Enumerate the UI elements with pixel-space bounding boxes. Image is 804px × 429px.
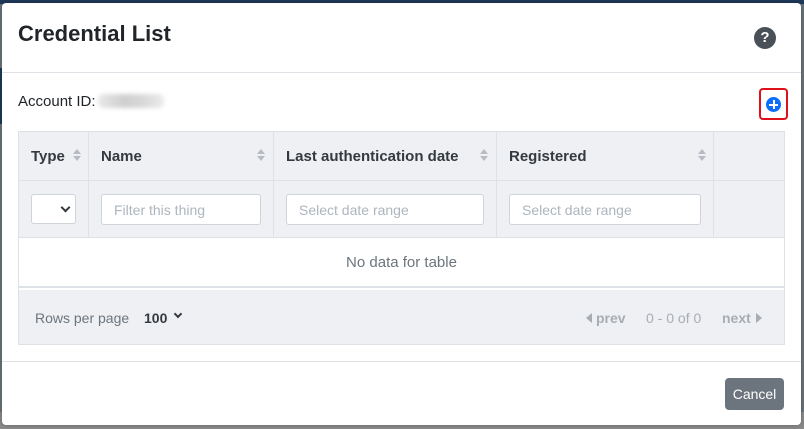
next-page-button[interactable]: next	[722, 310, 751, 326]
account-id-row: Account ID:	[18, 93, 164, 110]
chevron-down-icon	[60, 202, 71, 213]
column-label: Last authentication date	[286, 148, 459, 165]
sort-icon[interactable]	[73, 149, 81, 163]
question-circle-icon[interactable]: ?	[754, 27, 776, 49]
account-id-value-redacted	[97, 94, 164, 108]
column-label: Registered	[509, 148, 587, 165]
filter-cell-name	[89, 181, 274, 237]
rows-per-page-select[interactable]: 100	[144, 310, 167, 326]
page-range-text: 0 - 0 of 0	[646, 310, 702, 326]
sort-icon[interactable]	[480, 149, 488, 163]
prev-page-button[interactable]: prev	[596, 310, 626, 326]
column-header-registered[interactable]: Registered	[497, 132, 714, 180]
pagination-bar: Rows per page 100 prev 0 - 0 of 0 next	[19, 290, 784, 344]
chevron-down-icon[interactable]	[173, 309, 183, 319]
filter-row	[19, 181, 784, 238]
name-filter-input[interactable]	[101, 194, 261, 225]
sort-icon[interactable]	[257, 149, 265, 163]
column-header-type[interactable]: Type	[19, 132, 89, 180]
last-auth-date-range-input[interactable]	[286, 194, 484, 225]
credential-table: Type Name Last authentication date Regis…	[18, 131, 785, 345]
plus-circle-icon	[766, 97, 781, 112]
column-header-last-auth[interactable]: Last authentication date	[274, 132, 497, 180]
credential-list-modal: Credential List ? Account ID: Type Name …	[2, 3, 801, 425]
type-filter-select[interactable]	[31, 194, 76, 224]
table-header-row: Type Name Last authentication date Regis…	[19, 132, 784, 181]
modal-footer: Cancel	[2, 361, 801, 425]
empty-table-message: No data for table	[19, 238, 784, 288]
column-header-name[interactable]: Name	[89, 132, 274, 180]
column-label: Name	[101, 148, 142, 165]
caret-right-icon[interactable]	[756, 313, 762, 323]
registered-date-range-input[interactable]	[509, 194, 701, 225]
rows-per-page-label: Rows per page	[35, 310, 130, 326]
modal-header: Credential List ?	[2, 3, 801, 73]
filter-cell-actions	[714, 181, 784, 237]
account-id-label: Account ID:	[18, 93, 96, 110]
sort-icon[interactable]	[698, 149, 706, 163]
caret-left-icon[interactable]	[586, 313, 592, 323]
add-credential-button[interactable]	[759, 88, 788, 120]
filter-cell-last-auth	[274, 181, 497, 237]
filter-cell-registered	[497, 181, 714, 237]
column-label: Type	[31, 148, 65, 165]
modal-title: Credential List	[18, 21, 171, 46]
filter-cell-type	[19, 181, 89, 237]
cancel-button[interactable]: Cancel	[725, 378, 784, 410]
column-header-actions	[714, 132, 784, 180]
